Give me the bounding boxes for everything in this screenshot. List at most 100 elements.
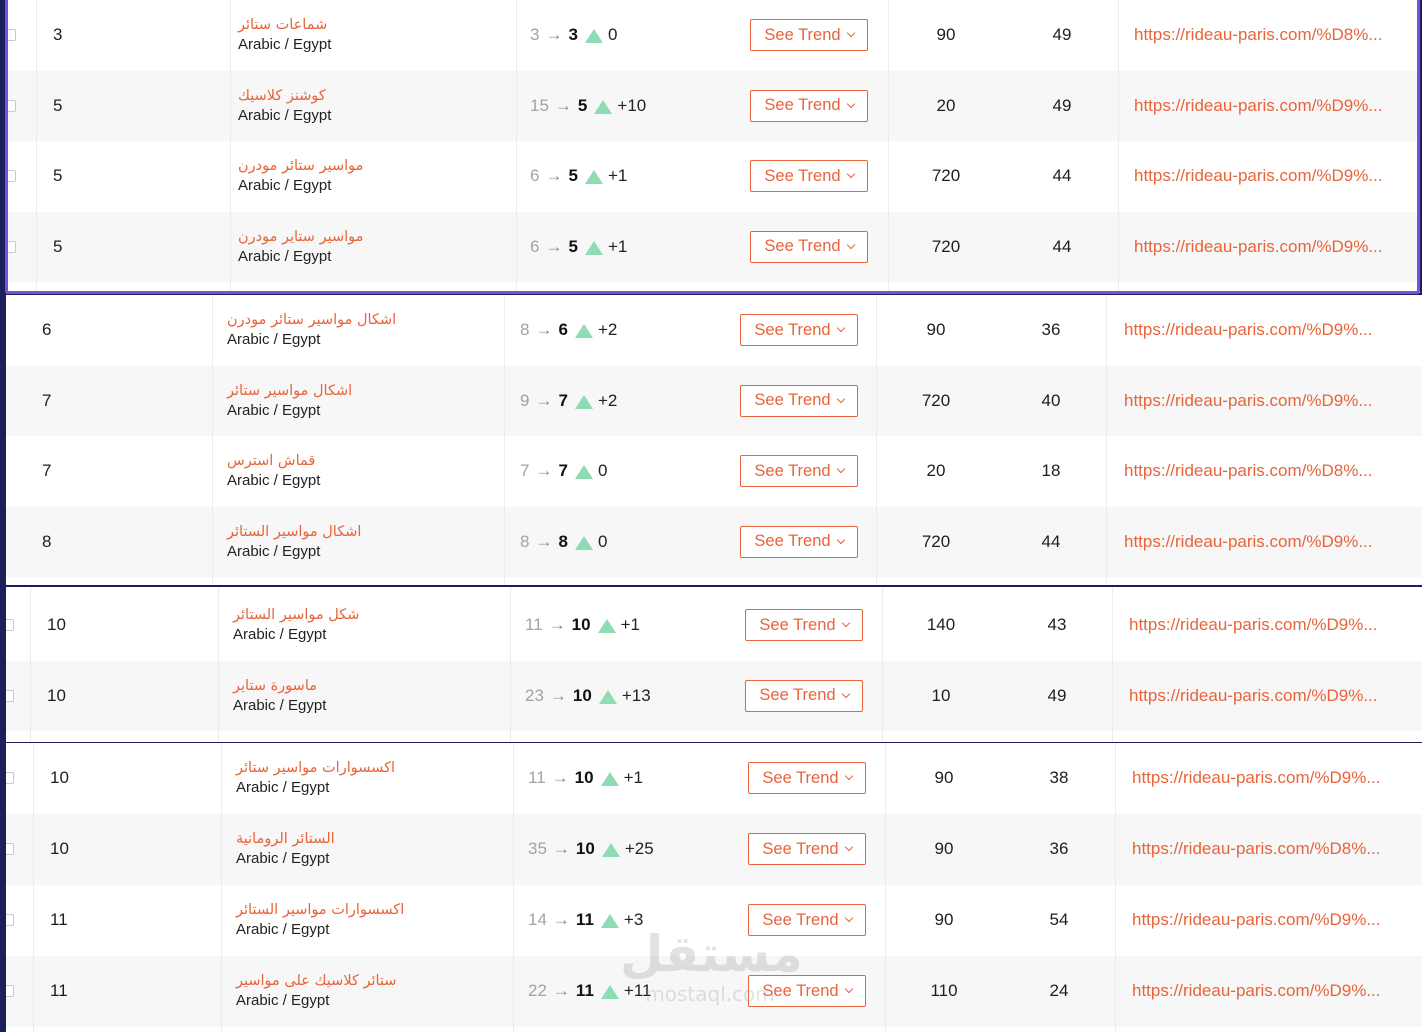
keyword-difficulty-cell: 49	[1052, 25, 1072, 45]
url-cell: https://rideau-paris.com/%D9%...	[1124, 366, 1372, 437]
url-cell: https://rideau-paris.com/%D8%...	[1124, 436, 1372, 507]
keyword-cell: ستائر كلاسيك على مواسير Arabic / Egypt	[236, 956, 396, 1027]
keyword-link[interactable]: مواسير ستاير مودرن	[238, 227, 363, 247]
current-position: 7	[558, 461, 568, 481]
keyword-cell: اشكال مواسير ستائر مودرن Arabic / Egypt	[227, 295, 396, 366]
url-cell: https://rideau-paris.com/%D9%...	[1132, 743, 1380, 814]
see-trend-button[interactable]: See Trend	[740, 384, 858, 417]
see-trend-button[interactable]: See Trend	[748, 833, 866, 866]
keyword-link[interactable]: قماش استرس	[227, 451, 315, 471]
row-checkbox[interactable]	[8, 29, 16, 42]
position-delta: +1	[620, 615, 640, 635]
keyword-link[interactable]: شكل مواسير الستائر	[233, 605, 359, 625]
ranking-url-link[interactable]: https://rideau-paris.com/%D8%...	[1124, 461, 1372, 481]
see-trend-button[interactable]: See Trend	[748, 975, 866, 1008]
position-change-cell: 9 → 7 +2	[520, 366, 617, 437]
keyword-link[interactable]: اكسسوارات مواسير الستائر	[236, 900, 404, 920]
ranking-url-link[interactable]: https://rideau-paris.com/%D9%...	[1134, 237, 1382, 257]
keyword-difficulty-cell: 36	[1049, 839, 1069, 859]
row-checkbox[interactable]	[6, 843, 14, 856]
ranking-url-link[interactable]: https://rideau-paris.com/%D9%...	[1124, 320, 1372, 340]
search-volume-cell: 720	[931, 236, 961, 256]
see-trend-button[interactable]: See Trend	[748, 762, 866, 795]
ranking-url-link[interactable]: https://rideau-paris.com/%D9%...	[1124, 532, 1372, 552]
see-trend-button[interactable]: See Trend	[740, 314, 858, 347]
position-change-cell: 22 → 11 +11	[528, 956, 651, 1027]
position-delta: +10	[617, 95, 647, 115]
keyword-link[interactable]: شماعات ستائر	[238, 15, 327, 35]
position-delta: +1	[607, 166, 628, 186]
triangle-up-icon	[597, 619, 616, 634]
ranking-url-link[interactable]: https://rideau-paris.com/%D8%...	[1134, 25, 1382, 45]
keyword-link[interactable]: الستائر الرومانية	[236, 829, 335, 849]
row-checkbox[interactable]	[6, 772, 14, 785]
see-trend-button[interactable]: See Trend	[750, 160, 868, 193]
trend-cell: See Trend	[750, 0, 868, 71]
ranking-url-link[interactable]: https://rideau-paris.com/%D9%...	[1132, 910, 1380, 930]
position-delta: +11	[623, 981, 652, 1001]
table-row: 5 مواسير ستاير مودرن Arabic / Egypt 6 → 5 +1 Se…	[8, 211, 1420, 282]
ranking-url-link[interactable]: https://rideau-paris.com/%D9%...	[1124, 391, 1372, 411]
position-delta: 0	[597, 461, 608, 481]
position-change-cell: 8 → 6 +2	[520, 295, 617, 366]
ranking-url-link[interactable]: https://rideau-paris.com/%D9%...	[1132, 981, 1380, 1001]
search-volume-cell: 720	[921, 531, 951, 551]
see-trend-button[interactable]: See Trend	[750, 230, 868, 263]
ranking-url-link[interactable]: https://rideau-paris.com/%D9%...	[1129, 615, 1377, 635]
triangle-up-icon	[600, 772, 619, 787]
see-trend-button[interactable]: See Trend	[740, 455, 858, 488]
keyword-difficulty-cell: 49	[1052, 95, 1072, 115]
keyword-location: Arabic / Egypt	[227, 401, 321, 419]
trend-cell: See Trend	[745, 590, 863, 661]
ranking-url-link[interactable]: https://rideau-paris.com/%D9%...	[1132, 768, 1380, 788]
keyword-link[interactable]: اشكال مواسير الستائر	[227, 522, 361, 542]
search-volume-cell: 10	[931, 685, 951, 705]
keyword-link[interactable]: ماسورة ستاير	[233, 676, 317, 696]
position-change-cell: 3 → 3 0	[530, 0, 617, 71]
see-trend-button[interactable]: See Trend	[745, 609, 863, 642]
right-arrow-icon: →	[545, 166, 563, 186]
row-checkbox[interactable]	[8, 170, 16, 183]
ranking-url-link[interactable]: https://rideau-paris.com/%D9%...	[1134, 96, 1382, 116]
previous-position: 35	[528, 839, 547, 859]
keyword-link[interactable]: اشكال مواسير ستائر	[227, 381, 352, 401]
url-cell: https://rideau-paris.com/%D9%...	[1124, 295, 1372, 366]
keyword-link[interactable]: اشكال مواسير ستائر مودرن	[227, 310, 396, 330]
see-trend-button[interactable]: See Trend	[745, 679, 863, 712]
row-checkbox[interactable]	[8, 240, 16, 253]
keyword-location: Arabic / Egypt	[236, 992, 330, 1010]
see-trend-button[interactable]: See Trend	[740, 525, 858, 558]
see-trend-label: See Trend	[762, 910, 839, 929]
rank-cell: 7	[42, 390, 52, 410]
rank-cell: 5	[53, 166, 63, 186]
ranking-url-link[interactable]: https://rideau-paris.com/%D9%...	[1129, 686, 1377, 706]
ranking-url-link[interactable]: https://rideau-paris.com/%D9%...	[1134, 166, 1382, 186]
column-divider	[504, 295, 505, 585]
see-trend-button[interactable]: See Trend	[750, 19, 868, 52]
current-position: 10	[574, 768, 594, 788]
right-arrow-icon: →	[535, 461, 553, 481]
see-trend-label: See Trend	[754, 532, 831, 551]
row-checkbox[interactable]	[6, 985, 14, 998]
row-checkbox[interactable]	[6, 689, 14, 702]
column-divider	[230, 0, 231, 293]
column-divider	[30, 587, 31, 742]
keyword-link[interactable]: ستائر كلاسيك على مواسير	[236, 971, 396, 991]
see-trend-button[interactable]: See Trend	[748, 904, 866, 937]
current-position: 11	[575, 910, 594, 930]
ranking-url-link[interactable]: https://rideau-paris.com/%D8%...	[1132, 839, 1380, 859]
right-arrow-icon: →	[535, 390, 553, 410]
row-checkbox[interactable]	[8, 99, 16, 112]
row-checkbox[interactable]	[6, 619, 14, 632]
row-checkbox[interactable]	[6, 914, 14, 927]
keyword-link[interactable]: اكسسوارات مواسير ستائر	[236, 758, 395, 778]
table-row: 7 اشكال مواسير ستائر Arabic / Egypt 9 → 7 +2 Se…	[6, 365, 1422, 437]
url-cell: https://rideau-paris.com/%D9%...	[1124, 507, 1372, 578]
keyword-link[interactable]: كوشنز كلاسيك	[238, 86, 326, 106]
triangle-up-icon	[584, 240, 603, 255]
search-volume-cell: 110	[930, 981, 958, 1001]
column-divider	[218, 587, 219, 742]
keyword-link[interactable]: مواسير ستائر مودرن	[238, 156, 363, 176]
previous-position: 11	[528, 768, 546, 788]
see-trend-button[interactable]: See Trend	[750, 89, 868, 122]
